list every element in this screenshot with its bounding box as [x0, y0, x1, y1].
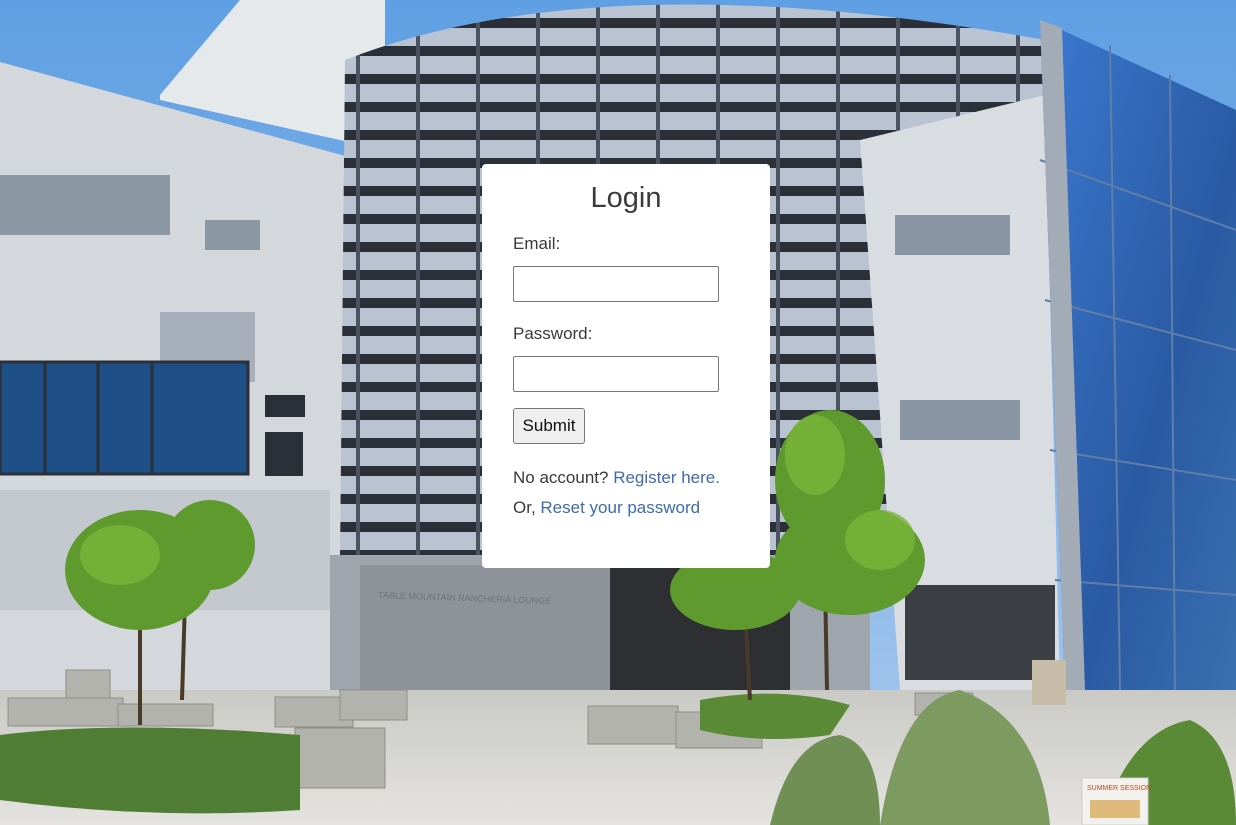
or-text: Or, — [513, 498, 536, 517]
login-card: Login Email: Password: Submit No account… — [482, 164, 770, 568]
login-title: Login — [590, 182, 662, 214]
poster-text: SUMMER SESSION — [1087, 785, 1151, 792]
register-line: No account? Register here. — [513, 468, 720, 488]
email-input[interactable] — [513, 266, 719, 302]
password-input[interactable] — [513, 356, 719, 392]
register-link[interactable]: Register here. — [613, 468, 720, 487]
reset-line: Or, Reset your password — [513, 498, 700, 518]
submit-button[interactable]: Submit — [513, 408, 585, 444]
reset-password-link[interactable]: Reset your password — [540, 498, 700, 517]
no-account-text: No account? — [513, 468, 609, 487]
password-label: Password: — [513, 324, 593, 343]
email-label: Email: — [513, 234, 561, 253]
